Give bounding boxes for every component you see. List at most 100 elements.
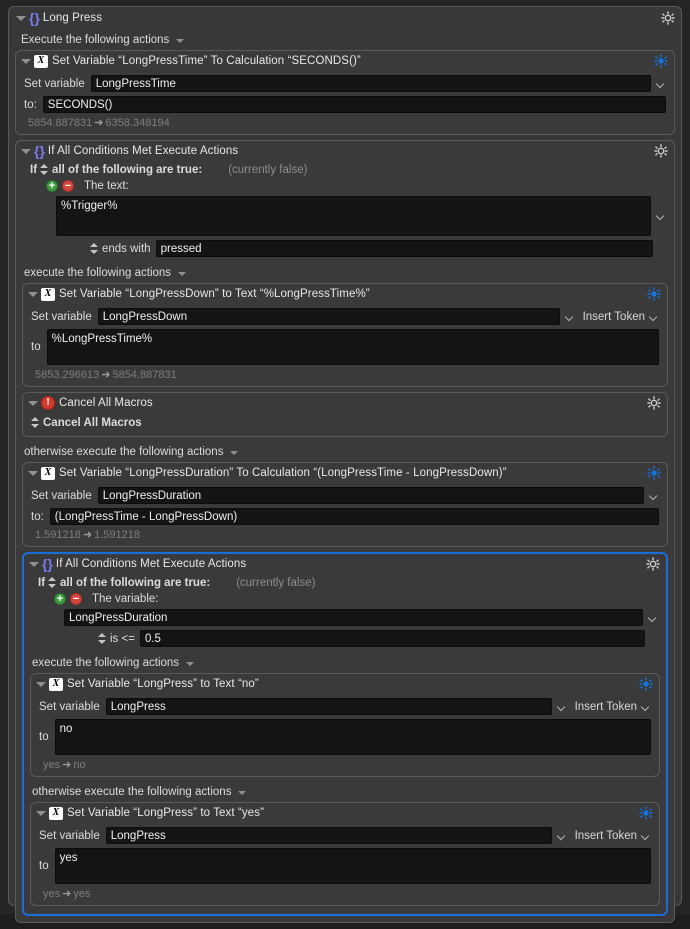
calculation-input[interactable]: (LongPressTime - LongPressDown) bbox=[49, 508, 659, 525]
variable-name-input[interactable]: LongPress bbox=[105, 827, 552, 844]
arrow-icon: ➜ bbox=[94, 117, 104, 129]
disclosure-triangle-icon[interactable] bbox=[27, 468, 38, 479]
action-if-duration[interactable]: {} If All Conditions Met Execute Actions bbox=[22, 552, 668, 916]
action-title-bar[interactable]: X Set Variable “LongPressDuration” To Ca… bbox=[23, 463, 667, 483]
chevron-down-icon[interactable] bbox=[640, 829, 651, 843]
action-title-bar[interactable]: X Set Variable “LongPressDown” to Text “… bbox=[23, 284, 667, 304]
condition-type-label: The variable: bbox=[92, 593, 159, 605]
disclosure-triangle-icon[interactable] bbox=[27, 398, 38, 409]
chevron-down-icon[interactable] bbox=[230, 448, 239, 457]
action-title-bar[interactable]: ! Cancel All Macros bbox=[23, 393, 667, 413]
action-set-longpressduration[interactable]: X Set Variable “LongPressDuration” To Ca… bbox=[22, 462, 668, 547]
arrow-icon: ➜ bbox=[101, 369, 111, 381]
chevron-down-icon[interactable] bbox=[647, 611, 658, 625]
variable-name-input[interactable]: LongPressDown bbox=[97, 308, 560, 325]
disclosure-triangle-icon[interactable] bbox=[35, 808, 46, 819]
action-title-bar[interactable]: X Set Variable “LongPressTime” To Calcul… bbox=[16, 51, 674, 71]
macro-title-bar[interactable]: {} Long Press bbox=[9, 7, 681, 29]
text-value-input[interactable]: yes bbox=[54, 848, 651, 884]
chevron-down-icon[interactable] bbox=[564, 310, 575, 324]
gear-icon[interactable] bbox=[647, 287, 661, 301]
stepper-icon[interactable] bbox=[40, 163, 49, 176]
gear-icon[interactable] bbox=[661, 11, 675, 25]
chevron-down-icon[interactable] bbox=[556, 700, 567, 714]
chevron-down-icon[interactable] bbox=[178, 269, 187, 278]
to-label: to bbox=[39, 860, 49, 872]
action-set-longpressdown[interactable]: X Set Variable “LongPressDown” to Text “… bbox=[22, 283, 668, 387]
calculation-input[interactable]: SECONDS() bbox=[42, 96, 666, 113]
action-body: Set variable LongPress Insert Token bbox=[31, 698, 659, 776]
cancel-option-row: Cancel All Macros bbox=[31, 416, 659, 429]
action-title-bar[interactable]: {} If All Conditions Met Execute Actions bbox=[24, 554, 666, 574]
variable-name-input[interactable]: LongPressDuration bbox=[97, 487, 644, 504]
chevron-down-icon[interactable] bbox=[655, 209, 666, 223]
chevron-down-icon[interactable] bbox=[655, 77, 666, 91]
condition-text-input[interactable]: %Trigger% bbox=[56, 196, 651, 236]
disclosure-triangle-icon[interactable] bbox=[27, 289, 38, 300]
action-cancel-all-macros[interactable]: ! Cancel All Macros Cancel All Macros bbox=[22, 392, 668, 437]
insert-token-button[interactable]: Insert Token bbox=[575, 829, 651, 843]
value-row: to: SECONDS() bbox=[24, 96, 666, 113]
variable-icon: X bbox=[41, 466, 55, 480]
action-set-longpresstime[interactable]: X Set Variable “LongPressTime” To Calcul… bbox=[15, 50, 675, 135]
stepper-icon[interactable] bbox=[90, 242, 99, 255]
action-body: Cancel All Macros bbox=[23, 416, 667, 436]
action-title-bar[interactable]: X Set Variable “LongPress” to Text “yes” bbox=[31, 803, 659, 823]
if-body: If all of the following are true: (curre… bbox=[16, 163, 674, 262]
remove-condition-button[interactable]: − bbox=[70, 593, 82, 605]
if-label: If bbox=[38, 576, 46, 589]
gear-icon[interactable] bbox=[647, 396, 661, 410]
action-result: yes ➜ no bbox=[39, 755, 651, 771]
operand-input[interactable]: 0.5 bbox=[139, 630, 645, 647]
chevron-down-icon[interactable] bbox=[176, 36, 185, 45]
value-row: to: (LongPressTime - LongPressDown) bbox=[31, 508, 659, 525]
variable-icon: X bbox=[34, 54, 48, 68]
currently-false-label: (currently false) bbox=[236, 576, 316, 589]
disclosure-triangle-icon[interactable] bbox=[35, 679, 46, 690]
stepper-icon[interactable] bbox=[31, 416, 40, 429]
disclosure-triangle-icon[interactable] bbox=[20, 56, 31, 67]
gear-icon[interactable] bbox=[639, 677, 653, 691]
text-value-input[interactable]: no bbox=[54, 719, 651, 755]
variable-icon: X bbox=[41, 287, 55, 301]
chevron-down-icon[interactable] bbox=[556, 829, 567, 843]
condition-variable-input[interactable]: LongPressDuration bbox=[64, 609, 643, 626]
gear-icon[interactable] bbox=[654, 144, 668, 158]
chevron-down-icon[interactable] bbox=[186, 659, 195, 668]
remove-condition-button[interactable]: − bbox=[62, 180, 74, 192]
condition-operator-row: ends with pressed bbox=[30, 240, 666, 257]
variable-name-input[interactable]: LongPress bbox=[105, 698, 552, 715]
condition-type-label: The text: bbox=[84, 180, 129, 192]
variable-name-input[interactable]: LongPressTime bbox=[90, 75, 651, 92]
add-condition-button[interactable]: + bbox=[46, 180, 58, 192]
chevron-down-icon[interactable] bbox=[238, 788, 247, 797]
variable-icon: X bbox=[49, 806, 63, 820]
set-variable-row: Set variable LongPressDuration bbox=[31, 487, 659, 504]
action-set-longpress-yes[interactable]: X Set Variable “LongPress” to Text “yes” bbox=[30, 802, 660, 906]
action-if-trigger[interactable]: {} If All Conditions Met Execute Actions bbox=[15, 140, 675, 923]
disclosure-triangle-icon[interactable] bbox=[20, 146, 31, 157]
chevron-down-icon[interactable] bbox=[640, 700, 651, 714]
execute-actions-label: Execute the following actions bbox=[21, 34, 170, 46]
disclosure-triangle-icon[interactable] bbox=[28, 559, 39, 570]
chevron-down-icon[interactable] bbox=[648, 489, 659, 503]
page-title: Long Press bbox=[42, 12, 103, 24]
text-value-input[interactable]: %LongPressTime% bbox=[46, 329, 659, 365]
gear-icon[interactable] bbox=[639, 806, 653, 820]
chevron-down-icon[interactable] bbox=[648, 310, 659, 324]
add-condition-button[interactable]: + bbox=[54, 593, 66, 605]
insert-token-button[interactable]: Insert Token bbox=[583, 310, 659, 324]
result-after: no bbox=[73, 759, 86, 771]
disclosure-triangle-icon[interactable] bbox=[15, 13, 26, 24]
action-set-longpress-no[interactable]: X Set Variable “LongPress” to Text “no” bbox=[30, 673, 660, 777]
insert-token-button[interactable]: Insert Token bbox=[575, 700, 651, 714]
action-title-bar[interactable]: {} If All Conditions Met Execute Actions bbox=[16, 141, 674, 161]
gear-icon[interactable] bbox=[647, 466, 661, 480]
stepper-icon[interactable] bbox=[98, 632, 107, 645]
set-variable-label: Set variable bbox=[31, 310, 92, 323]
action-title-bar[interactable]: X Set Variable “LongPress” to Text “no” bbox=[31, 674, 659, 694]
operand-input[interactable]: pressed bbox=[155, 240, 653, 257]
stepper-icon[interactable] bbox=[48, 576, 57, 589]
gear-icon[interactable] bbox=[654, 54, 668, 68]
gear-icon[interactable] bbox=[646, 557, 660, 571]
